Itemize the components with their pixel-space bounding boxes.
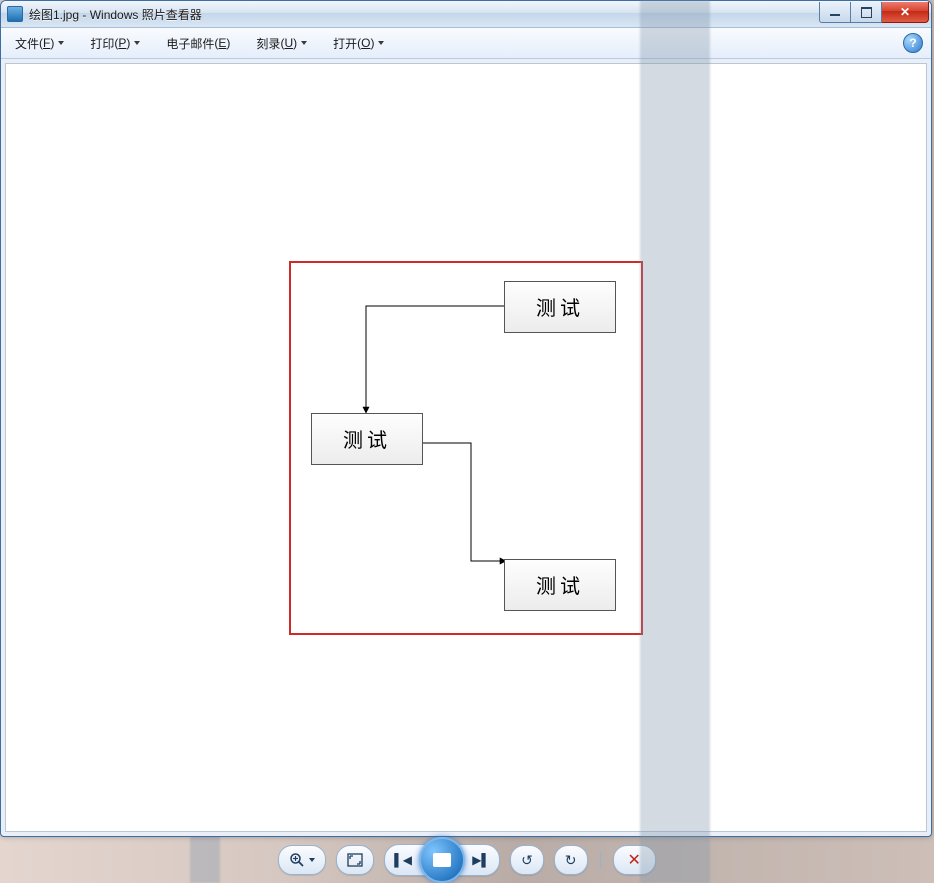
flowchart-node-3: 测试 [504, 559, 616, 611]
chevron-down-icon [309, 858, 315, 862]
flowchart-node-2: 测试 [311, 413, 423, 465]
menu-open-hotkey: O [361, 36, 370, 50]
slideshow-button[interactable] [419, 837, 465, 883]
next-icon: ▶▌ [472, 853, 490, 867]
rotate-ccw-icon: ↺ [521, 852, 533, 869]
magnifier-plus-icon [289, 852, 305, 868]
window-buttons [819, 2, 929, 22]
separator [600, 851, 601, 869]
delete-icon: ✕ [628, 850, 641, 870]
menu-burn-hotkey: U [284, 36, 293, 50]
maximize-button[interactable] [851, 2, 882, 23]
window-title: 绘图1.jpg - Windows 照片查看器 [29, 6, 202, 23]
menu-file[interactable]: 文件(F) [9, 32, 70, 55]
menu-email-hotkey: E [218, 36, 226, 50]
menu-print-label: 打印 [90, 35, 114, 52]
menu-file-hotkey: F [43, 36, 50, 50]
menu-burn[interactable]: 刻录(U) [250, 32, 313, 55]
image-viewport[interactable]: 测试 测试 测试 [5, 63, 927, 832]
chevron-down-icon [134, 41, 140, 45]
rotate-cw-button[interactable]: ↻ [554, 845, 588, 875]
rotate-cw-icon: ↻ [565, 852, 577, 869]
chevron-down-icon [378, 41, 384, 45]
desktop-background: 绘图1.jpg - Windows 照片查看器 文件(F) 打印(P) [0, 0, 934, 883]
actual-size-button[interactable] [336, 845, 374, 875]
next-button[interactable]: ▶▌ [467, 848, 495, 872]
menu-burn-label: 刻录 [256, 35, 280, 52]
node-3-label: 测试 [536, 570, 584, 599]
viewer-controls: ▌◀ ▶▌ ↺ ↻ ✕ [0, 838, 934, 882]
help-icon: ? [909, 36, 916, 50]
minimize-button[interactable] [819, 2, 851, 23]
menu-open[interactable]: 打开(O) [327, 32, 390, 55]
close-button[interactable] [882, 2, 929, 23]
title-filename: 绘图1.jpg [29, 8, 79, 22]
node-1-label: 测试 [536, 292, 584, 321]
navigation-pill: ▌◀ ▶▌ [384, 844, 500, 876]
titlebar[interactable]: 绘图1.jpg - Windows 照片查看器 [1, 1, 931, 28]
chevron-down-icon [58, 41, 64, 45]
menu-bar: 文件(F) 打印(P) 电子邮件(E) 刻录(U) 打开(O) ? [1, 28, 931, 59]
photo-viewer-window: 绘图1.jpg - Windows 照片查看器 文件(F) 打印(P) [0, 0, 932, 837]
slideshow-icon [433, 853, 451, 867]
title-appname: Windows 照片查看器 [90, 8, 202, 22]
menu-open-label: 打开 [333, 35, 357, 52]
menu-email-label: 电子邮件 [166, 35, 214, 52]
help-button[interactable]: ? [903, 33, 923, 53]
node-2-label: 测试 [343, 424, 391, 453]
menu-file-label: 文件 [15, 35, 39, 52]
chevron-down-icon [301, 41, 307, 45]
app-icon [7, 6, 23, 22]
delete-button[interactable]: ✕ [613, 845, 656, 875]
menu-email[interactable]: 电子邮件(E) [160, 32, 236, 55]
fit-icon [347, 853, 363, 867]
previous-button[interactable]: ▌◀ [389, 848, 417, 872]
rotate-ccw-button[interactable]: ↺ [510, 845, 544, 875]
zoom-button[interactable] [278, 845, 326, 875]
menu-print[interactable]: 打印(P) [84, 32, 146, 55]
menu-print-hotkey: P [118, 36, 126, 50]
previous-icon: ▌◀ [394, 853, 412, 867]
flowchart-node-1: 测试 [504, 281, 616, 333]
displayed-image: 测试 测试 测试 [289, 261, 643, 635]
